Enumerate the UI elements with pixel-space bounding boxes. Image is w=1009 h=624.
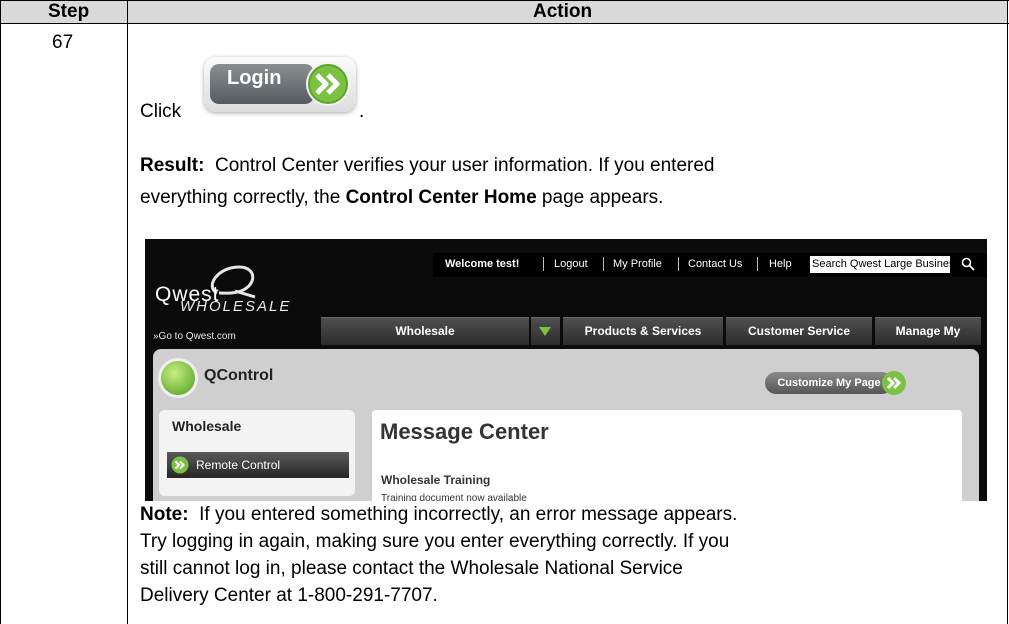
nav-dropdown-toggle[interactable] bbox=[531, 317, 560, 345]
qcontrol-title: QControl bbox=[204, 367, 274, 384]
result-label: Result: bbox=[140, 155, 205, 176]
table-left-border bbox=[0, 0, 1, 624]
double-arrow-icon bbox=[171, 456, 189, 474]
my-profile-link[interactable]: My Profile bbox=[613, 253, 662, 275]
click-period: . bbox=[359, 101, 365, 122]
note-line-1: Note: If you entered something incorrect… bbox=[140, 502, 737, 527]
login-button-label: Login bbox=[227, 67, 282, 89]
nav-customer-service[interactable]: Customer Service bbox=[726, 317, 872, 345]
nav-wholesale[interactable]: Wholesale bbox=[321, 317, 529, 345]
triangle-down-icon bbox=[539, 327, 551, 336]
customize-my-page-button[interactable]: Customize My Page bbox=[765, 370, 911, 396]
note-label: Note: bbox=[140, 504, 189, 525]
column-divider bbox=[127, 0, 128, 624]
remote-control-label: Remote Control bbox=[196, 458, 281, 472]
result-line-1: Result: Control Center verifies your use… bbox=[140, 153, 714, 178]
logout-link[interactable]: Logout bbox=[554, 253, 588, 275]
step-column-header: Step bbox=[48, 1, 90, 22]
result-text-2c: page appears. bbox=[536, 187, 664, 208]
table-right-border bbox=[1007, 0, 1008, 624]
login-button-body: Login bbox=[210, 64, 314, 104]
separator bbox=[603, 257, 604, 271]
customize-label: Customize My Page bbox=[765, 372, 893, 394]
result-text-2a: everything correctly, the bbox=[140, 187, 346, 208]
note-line-4: Delivery Center at 1-800-291-7707. bbox=[140, 585, 438, 606]
main-navigation: Wholesale Products & Services Customer S… bbox=[321, 317, 981, 365]
click-word: Click bbox=[140, 101, 182, 122]
table-header-row bbox=[1, 1, 1007, 23]
control-center-home-label: Control Center Home bbox=[345, 187, 537, 208]
table-top-border bbox=[0, 0, 1009, 1]
note-line-2: Try logging in again, making sure you en… bbox=[140, 531, 730, 552]
separator bbox=[757, 257, 758, 271]
nav-manage-account[interactable]: Manage My Account bbox=[875, 317, 981, 365]
globe-icon bbox=[161, 361, 195, 395]
nav-wholesale-label: Wholesale bbox=[395, 324, 455, 338]
sidebar-title: Wholesale bbox=[172, 418, 242, 434]
procedure-table: Step Action 67 Click Login . Result: Con… bbox=[0, 0, 1009, 624]
note-line-3: still cannot log in, please contact the … bbox=[140, 558, 683, 579]
search-icon[interactable] bbox=[961, 257, 975, 271]
login-button-image: Login bbox=[204, 57, 356, 112]
training-document-text: Training document now available bbox=[381, 493, 527, 501]
note-text-1: If you entered something incorrectly, an… bbox=[199, 504, 738, 525]
go-to-qwest-link[interactable]: »Go to Qwest.com bbox=[153, 330, 236, 343]
wholesale-logo-text: WHOLESALE bbox=[180, 298, 292, 315]
separator bbox=[678, 257, 679, 271]
double-arrow-icon bbox=[306, 62, 350, 106]
welcome-text: Welcome test! bbox=[445, 258, 520, 270]
control-center-screenshot: Welcome test! Logout My Profile Contact … bbox=[145, 239, 987, 501]
contact-us-link[interactable]: Contact Us bbox=[688, 253, 742, 275]
search-input[interactable]: Search Qwest Large Busines bbox=[810, 256, 950, 273]
result-line-2: everything correctly, the Control Center… bbox=[140, 185, 663, 210]
nav-products-services[interactable]: Products & Services bbox=[563, 317, 723, 345]
double-arrow-icon bbox=[882, 371, 906, 395]
wholesale-training-heading: Wholesale Training bbox=[381, 473, 491, 487]
sidebar-item-remote-control[interactable]: Remote Control bbox=[167, 452, 349, 478]
message-center-title: Message Center bbox=[380, 419, 549, 444]
help-link[interactable]: Help bbox=[769, 253, 792, 275]
separator bbox=[543, 257, 544, 271]
result-text-1: Control Center verifies your user inform… bbox=[214, 155, 715, 176]
action-column-header: Action bbox=[533, 1, 593, 22]
step-number: 67 bbox=[52, 32, 74, 53]
click-instruction: Click bbox=[140, 99, 181, 124]
header-divider bbox=[0, 23, 1009, 24]
